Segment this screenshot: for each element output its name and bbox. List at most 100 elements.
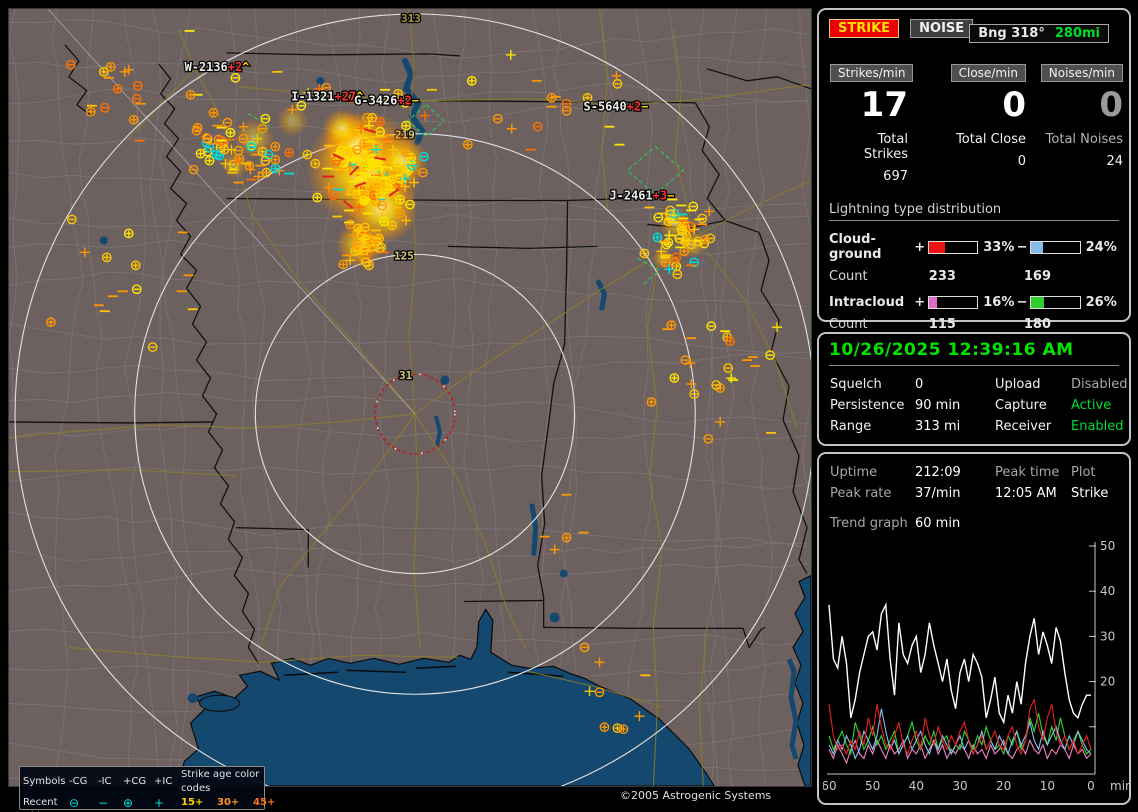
lightning-symbol (669, 373, 680, 383)
negative-bar (1030, 240, 1081, 254)
trend-graph-label: Trend graph (830, 516, 908, 531)
info-cell: Disabled (1071, 377, 1128, 392)
lightning-symbol (345, 219, 356, 230)
lightning-symbol (312, 192, 323, 203)
info-cell: 0 (915, 377, 924, 392)
ic-neg-icon: − (98, 795, 109, 810)
stat-column-1: Close/min 0 Total Close 0 (908, 62, 1026, 184)
total-label: Total Strikes (863, 132, 908, 162)
lightning-symbol (204, 155, 215, 166)
lightning-symbol (395, 194, 405, 205)
uptime-stats: Uptime 212:09 Peak time Plot Peak rate 37/min… (830, 462, 1121, 504)
lightning-symbol (270, 141, 281, 152)
lightning-symbol (211, 149, 222, 160)
storm-cell-label: S-5640+2− (584, 100, 649, 114)
storm-cell-label: J-2461+3− (609, 189, 674, 203)
rate-value: 17 (860, 85, 908, 125)
lightning-symbol (618, 724, 629, 735)
lightning-symbol (660, 257, 671, 268)
lightning-symbol (208, 107, 219, 118)
lightning-symbol (101, 252, 112, 263)
positive-bar (928, 296, 979, 309)
strike-stats-panel: STRIKE NOISE Bng 318° 280mi Strikes/min 17… (817, 8, 1131, 332)
total-label: Total Close (956, 132, 1026, 147)
rate-counters: Strikes/min 17 Total Strikes 697 Close/min 0 T… (830, 62, 1123, 184)
lightning-symbol (663, 216, 674, 227)
lightning-symbol (652, 232, 663, 243)
info-cell: Enabled (1071, 419, 1124, 434)
stat-column-0: Strikes/min 17 Total Strikes 697 (830, 62, 914, 184)
lightning-symbol (646, 397, 657, 407)
lightning-symbol (98, 66, 109, 77)
lightning-symbol (375, 116, 385, 127)
svg-text:60: 60 (823, 779, 837, 793)
receiver-settings: Squelch 0 Upload Disabled Persistence 90 min C… (830, 374, 1127, 437)
info-cell: 90 min (915, 398, 961, 413)
distribution-row: Intracloud +16% −26% (829, 295, 1117, 310)
lightning-symbol (225, 127, 236, 138)
storm-cell-label: I-1321+27^ (291, 90, 363, 104)
lightning-symbol (192, 122, 203, 133)
lightning-symbol (353, 223, 364, 234)
strike-mode-button[interactable]: STRIKE (829, 19, 900, 38)
info-cell: Peak rate (830, 486, 892, 501)
stat-header[interactable]: Noises/min (1040, 64, 1123, 82)
info-cell: 12:05 AM (995, 486, 1057, 501)
ring-distance-label: 31 (399, 369, 413, 382)
lightning-map[interactable]: 31321912531W-2136+2^I-1321+27^G-3426+2−S… (9, 9, 811, 786)
info-cell: 212:09 (915, 465, 961, 480)
info-cell: Upload (995, 377, 1041, 392)
info-cell: 313 mi (915, 419, 961, 434)
lightning-symbol (375, 185, 385, 196)
trend-series (828, 738, 1092, 765)
lightning-map-panel: 31321912531W-2136+2^I-1321+27^G-3426+2−S… (8, 8, 812, 812)
lightning-symbol (462, 139, 473, 150)
trend-series (828, 708, 1092, 760)
lightning-symbol (401, 167, 411, 178)
svg-text:40: 40 (1100, 584, 1115, 598)
info-cell: Peak time (995, 465, 1060, 480)
info-cell: 37/min (915, 486, 961, 501)
datetime-readout: 10/26/2025 12:39:16 AM (829, 340, 1119, 366)
rate-value: 0 (1099, 85, 1123, 125)
info-cell: Persistence (830, 398, 905, 413)
bearing-label: Bng 318° (978, 26, 1045, 41)
total-value: 697 (883, 169, 908, 184)
total-value: 24 (1106, 154, 1123, 169)
lightning-symbol (379, 216, 389, 227)
positive-bar (928, 240, 979, 254)
lightning-symbol (46, 317, 56, 328)
lightning-symbol (310, 158, 321, 169)
noise-mode-button[interactable]: NOISE (910, 19, 974, 38)
svg-text:0: 0 (1087, 779, 1095, 793)
stat-header[interactable]: Strikes/min (830, 64, 914, 82)
info-row: Range 313 mi Receiver Enabled (830, 416, 1124, 437)
lightning-symbol (219, 144, 230, 155)
lightning-symbol (112, 83, 123, 94)
storm-cell-label: G-3426+2− (354, 94, 419, 108)
total-label: Total Noises (1045, 132, 1123, 147)
lightning-symbol (270, 163, 281, 174)
ring-distance-label: 125 (394, 249, 414, 262)
lightning-symbol (85, 106, 96, 117)
lightning-symbol (395, 208, 405, 219)
lightning-symbol (352, 239, 363, 250)
info-cell: Squelch (830, 377, 882, 392)
stat-header[interactable]: Close/min (950, 64, 1026, 82)
lightning-symbol (123, 228, 134, 239)
lightning-symbol (338, 259, 349, 270)
lightning-symbol (466, 75, 477, 86)
distribution-row: Cloud-ground +33% −24% (829, 232, 1117, 262)
lightning-symbol (561, 532, 572, 543)
info-cell: Plot (1071, 465, 1096, 480)
cg-neg-icon: ⊖ (69, 795, 80, 810)
negative-bar (1030, 296, 1081, 309)
bearing-distance: 280mi (1054, 26, 1100, 41)
total-value: 0 (1017, 154, 1026, 169)
svg-text:40: 40 (909, 779, 924, 793)
info-row: Uptime 212:09 Peak time Plot (830, 462, 1121, 483)
info-row: Squelch 0 Upload Disabled (830, 374, 1127, 395)
lightning-symbol (130, 260, 141, 271)
lightning-symbol (367, 112, 377, 123)
lightning-symbol (128, 114, 139, 125)
